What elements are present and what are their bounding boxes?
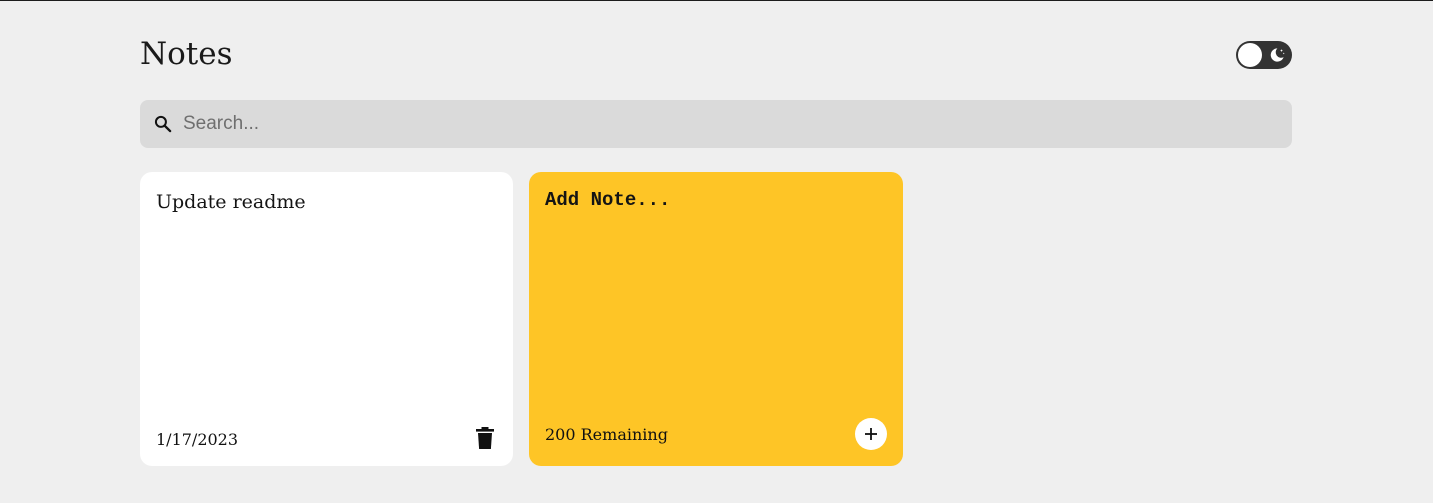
plus-icon: [865, 428, 877, 440]
toggle-knob: [1238, 43, 1262, 67]
trash-icon[interactable]: [476, 427, 494, 449]
dark-mode-toggle[interactable]: [1236, 41, 1292, 69]
header: Notes: [140, 0, 1292, 100]
new-note-card: 200 Remaining: [529, 172, 903, 466]
moon-icon: [1270, 48, 1285, 62]
save-note-button[interactable]: [855, 418, 887, 450]
note-card: Update readme 1/17/2023: [140, 172, 513, 466]
notes-list: Update readme 1/17/2023 200 Remaining: [140, 172, 1292, 466]
search-input[interactable]: [183, 100, 1273, 148]
notes-app: Notes Update readme 1/17/2023: [140, 0, 1292, 466]
new-note-input[interactable]: [545, 188, 885, 408]
characters-remaining: 200 Remaining: [545, 425, 668, 444]
search-bar: [140, 100, 1292, 148]
page-title: Notes: [140, 36, 233, 72]
note-text: Update readme: [156, 191, 306, 213]
note-date: 1/17/2023: [156, 430, 239, 449]
search-icon: [154, 115, 172, 133]
